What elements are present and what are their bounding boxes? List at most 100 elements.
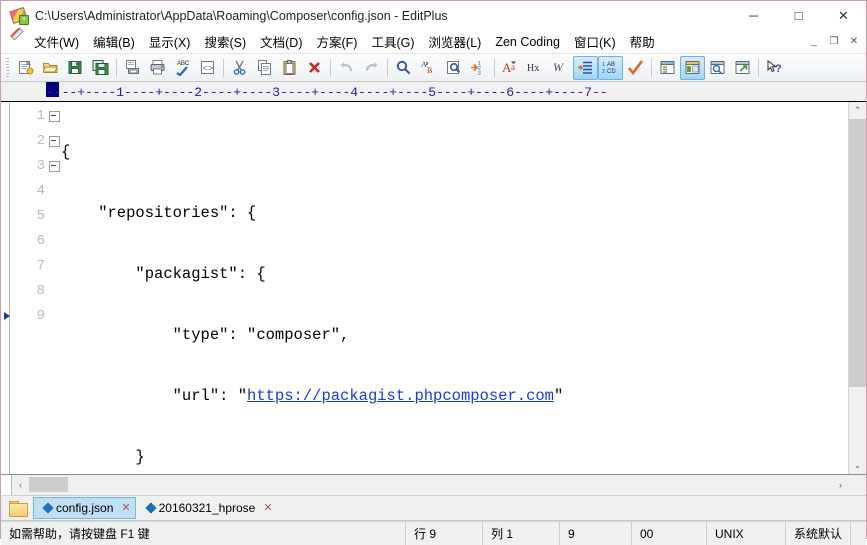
code-line-prefix: ″url″: ″ [61, 387, 248, 405]
replace-icon[interactable]: AB [416, 56, 441, 80]
scroll-up-arrow-icon[interactable]: ⌃ [849, 102, 866, 119]
match-case-icon[interactable]: Aa [498, 56, 523, 80]
fold-toggle-icon[interactable] [48, 111, 60, 122]
menu-view[interactable]: 显示(X) [142, 30, 198, 53]
undo-icon[interactable] [334, 56, 359, 80]
line-number-gutter: 1 2 3 4 5 6 7 8 9 [4, 102, 47, 474]
line-number: 3 [36, 158, 45, 174]
new-file-icon[interactable] [13, 56, 38, 80]
cut-icon[interactable] [227, 56, 252, 80]
toolbar-separator [758, 58, 759, 77]
line-number: 5 [36, 208, 45, 224]
minimize-button[interactable]: ─ [731, 1, 776, 30]
menu-project[interactable]: 方案(F) [310, 30, 365, 53]
menu-edit[interactable]: 编辑(B) [86, 30, 142, 53]
ruler-gutter-pad [1, 82, 46, 101]
url-link[interactable]: https://packagist.phpcomposer.com [247, 387, 554, 405]
print-icon[interactable] [145, 56, 170, 80]
status-eol[interactable]: UNIX [707, 522, 786, 545]
fold-toggle-icon[interactable] [48, 161, 60, 172]
save-icon[interactable] [63, 56, 88, 80]
maximize-button[interactable]: □ [776, 1, 821, 30]
hex-view-icon[interactable]: Hx [523, 56, 548, 80]
sort-icon[interactable]: 1 2 AB CD [598, 55, 623, 80]
redo-icon[interactable] [359, 56, 384, 80]
menu-document[interactable]: 文档(D) [253, 30, 309, 53]
tab-20160321-hprose[interactable]: 20160321_hprose ✕ [136, 497, 278, 519]
preview-icon[interactable] [705, 56, 730, 80]
tab-label: config.json [56, 501, 114, 515]
menu-window[interactable]: 窗口(K) [567, 30, 623, 53]
menu-file[interactable]: 文件(W) [27, 30, 86, 53]
status-bar: 如需帮助，请按键盘 F1 键 行 9 列 1 9 00 UNIX 系统默认 [1, 521, 866, 545]
html-tag-icon[interactable]: <> [195, 56, 220, 80]
line-number-label: 9 [36, 308, 45, 324]
fold-cell [47, 304, 61, 329]
mdi-minimize-button[interactable]: _ [804, 32, 824, 51]
svg-text:W: W [553, 60, 564, 74]
word-wrap-icon[interactable]: W [548, 56, 573, 80]
line-number: 1 [36, 108, 45, 124]
toolbar-grip[interactable] [5, 58, 10, 77]
editor-left-margin [1, 102, 10, 474]
toolbar-separator [387, 58, 388, 77]
scroll-right-arrow-icon[interactable]: › [832, 475, 849, 495]
spell-check-icon[interactable]: ABC [170, 56, 195, 80]
menu-bar: 文件(W) 编辑(B) 显示(X) 搜索(S) 文档(D) 方案(F) 工具(G… [1, 27, 866, 54]
horizontal-scroll-thumb[interactable] [29, 477, 68, 492]
horizontal-scroll-track[interactable] [29, 475, 832, 495]
indent-icon[interactable] [573, 55, 598, 80]
svg-text:ABC: ABC [177, 61, 190, 67]
status-encoding[interactable]: 系统默认 [786, 522, 852, 545]
menu-zen-coding[interactable]: Zen Coding [488, 33, 567, 51]
menu-help[interactable]: 帮助 [623, 30, 662, 53]
document-selector-icon[interactable] [655, 56, 680, 80]
print-preview-icon[interactable] [120, 56, 145, 80]
code-text[interactable]: { ″repositories″: { ″packagist″: { ″type… [61, 102, 848, 474]
copy-icon[interactable] [252, 56, 277, 80]
horizontal-scrollbar[interactable]: ‹ › [1, 475, 866, 496]
document-tab-bar: config.json ✕ 20160321_hprose ✕ [1, 496, 866, 521]
code-line-suffix: ″ [553, 387, 564, 405]
scroll-down-arrow-icon[interactable]: ⌄ [849, 457, 866, 474]
toolbar-separator [651, 58, 652, 77]
line-number: 9 [4, 304, 47, 329]
fold-toggle-icon[interactable] [48, 136, 60, 147]
vertical-scrollbar[interactable]: ⌃ ⌄ [848, 102, 866, 474]
context-help-icon[interactable]: ? [762, 56, 787, 80]
delete-icon[interactable] [302, 56, 327, 80]
menu-search[interactable]: 搜索(S) [197, 30, 253, 53]
line-number: 4 [36, 183, 45, 199]
goto-line-icon[interactable]: 123 [466, 56, 491, 80]
fold-cell [47, 279, 61, 304]
vertical-scroll-track[interactable] [849, 119, 866, 457]
code-folding-column [47, 102, 61, 474]
line-number: 8 [36, 283, 45, 299]
menu-tools[interactable]: 工具(G) [364, 30, 421, 53]
scroll-left-arrow-icon[interactable]: ‹ [12, 475, 29, 495]
tab-config-json[interactable]: config.json ✕ [33, 497, 136, 519]
layout-panel-icon[interactable] [680, 55, 705, 80]
close-button[interactable]: ✕ [821, 1, 866, 30]
tab-close-icon[interactable]: ✕ [263, 502, 272, 514]
folder-icon[interactable] [9, 500, 28, 517]
scrollbar-corner [849, 475, 866, 495]
paste-icon[interactable] [277, 56, 302, 80]
find-icon[interactable] [391, 56, 416, 80]
open-file-icon[interactable] [38, 56, 63, 80]
fold-cell [47, 129, 61, 154]
mdi-close-button[interactable]: ✕ [844, 32, 864, 51]
save-all-icon[interactable] [88, 56, 113, 80]
tab-close-icon[interactable]: ✕ [121, 502, 130, 514]
column-ruler: ----+----1----+----2----+----3----+----4… [1, 82, 866, 102]
mdi-restore-button[interactable]: ❐ [824, 32, 844, 51]
menu-browser[interactable]: 浏览器(L) [422, 30, 489, 53]
code-line: ″type″: ″composer″, [61, 326, 350, 344]
vertical-scroll-thumb[interactable] [849, 119, 866, 387]
svg-text:AB: AB [607, 62, 615, 68]
find-in-files-icon[interactable] [441, 56, 466, 80]
line-number: 2 [36, 133, 45, 149]
check-spelling-icon[interactable] [623, 56, 648, 80]
file-dot-icon [144, 502, 157, 514]
browser-external-icon[interactable] [730, 56, 755, 80]
